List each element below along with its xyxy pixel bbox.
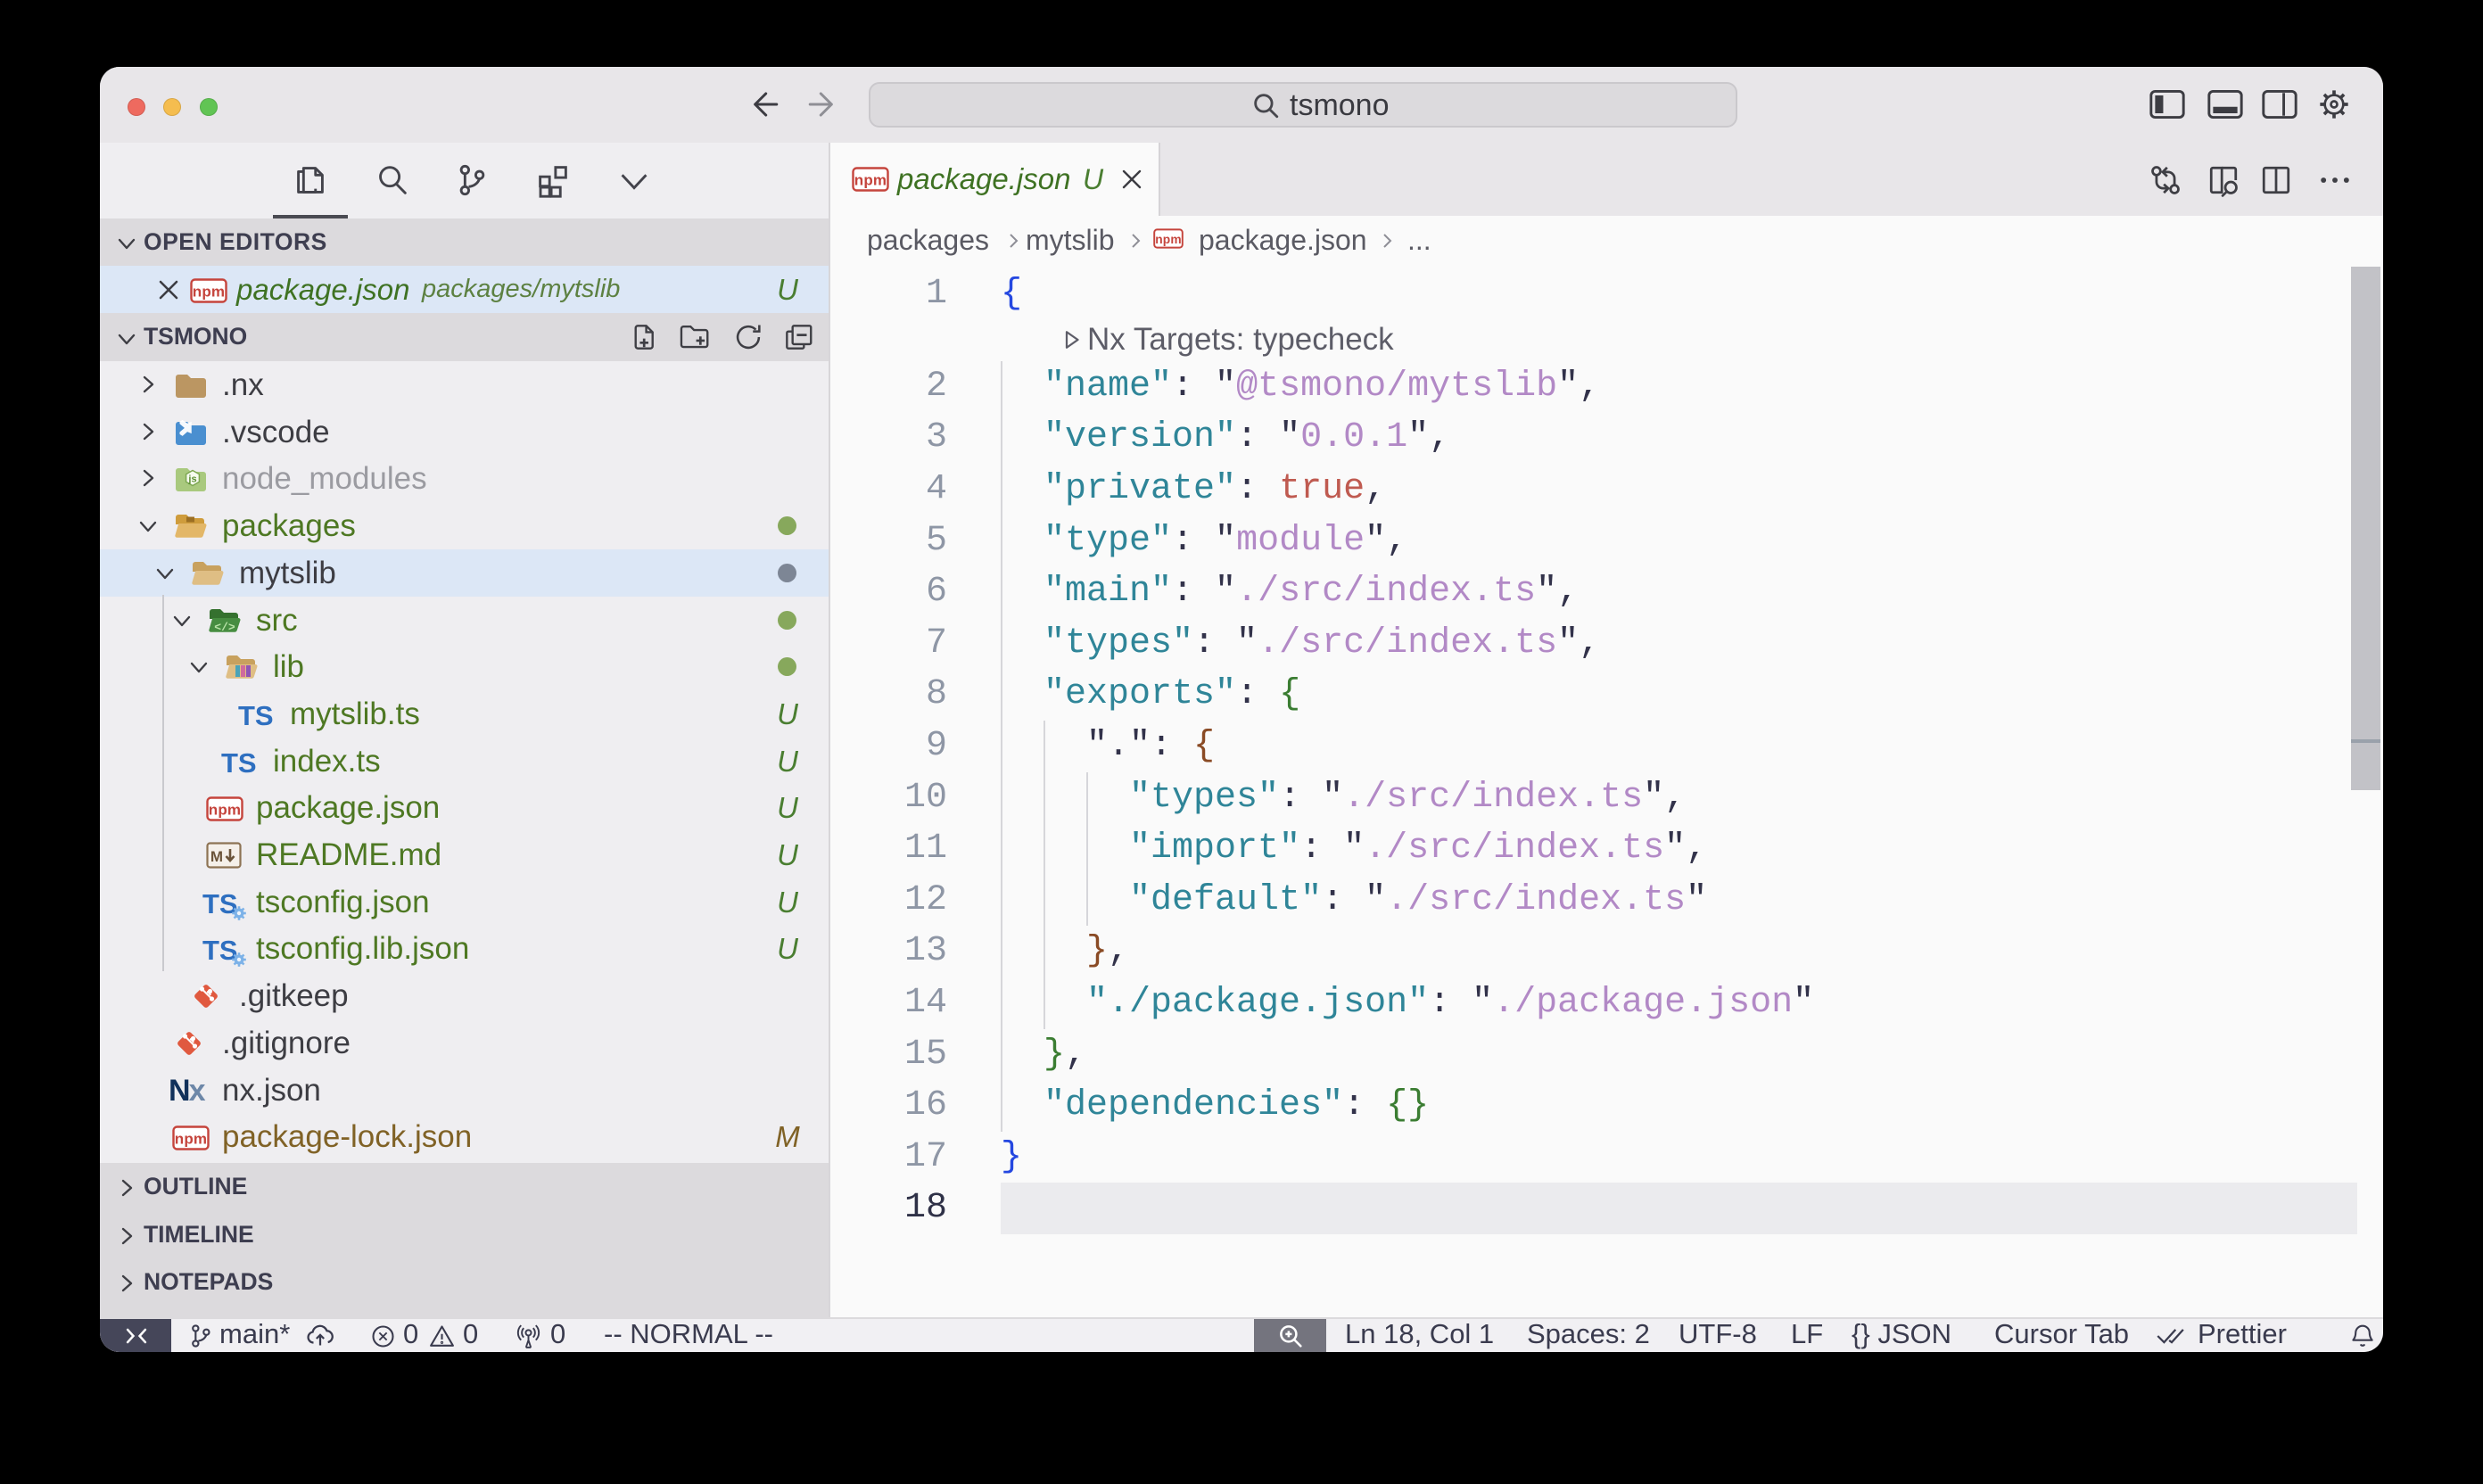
svg-text:npm: npm xyxy=(1155,233,1182,246)
svg-text:npm: npm xyxy=(854,172,887,189)
svg-text:npm: npm xyxy=(193,284,225,301)
svg-text:</>: </> xyxy=(214,621,235,634)
svg-text:npm: npm xyxy=(209,802,241,819)
svg-text:js: js xyxy=(187,474,196,485)
svg-text:npm: npm xyxy=(175,1131,207,1148)
svg-text:M: M xyxy=(210,848,223,865)
